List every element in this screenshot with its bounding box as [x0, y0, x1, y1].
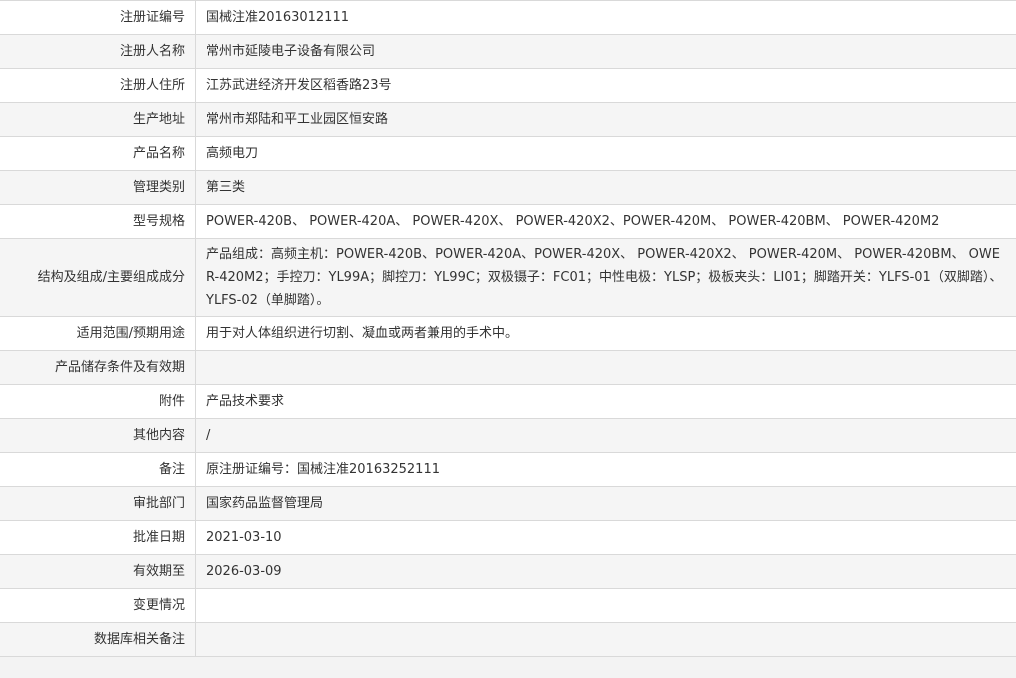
field-label-approval-department: 审批部门 [0, 487, 196, 520]
table-row: 产品储存条件及有效期 [0, 351, 1016, 385]
table-row: 变更情况 [0, 589, 1016, 623]
field-label-management-category: 管理类别 [0, 171, 196, 204]
table-row: 备注 原注册证编号：国械注准20163252111 [0, 453, 1016, 487]
field-value-approval-date: 2021-03-10 [206, 530, 282, 545]
field-label-registrant-name: 注册人名称 [0, 35, 196, 68]
table-row: 批准日期 2021-03-10 [0, 521, 1016, 555]
table-row: 有效期至 2026-03-09 [0, 555, 1016, 589]
field-label-product-name: 产品名称 [0, 137, 196, 170]
field-value-model-spec: POWER-420B、 POWER-420A、 POWER-420X、 POWE… [206, 214, 940, 229]
field-label-structure-composition: 结构及组成/主要组成成分 [0, 239, 196, 316]
table-row: 审批部门 国家药品监督管理局 [0, 487, 1016, 521]
table-row: 数据库相关备注 [0, 623, 1016, 657]
field-value-management-category: 第三类 [206, 180, 246, 195]
field-label-intended-use: 适用范围/预期用途 [0, 317, 196, 350]
field-value-change-status [196, 589, 1016, 622]
field-value-remarks: 原注册证编号：国械注准20163252111 [206, 462, 440, 477]
table-row: 适用范围/预期用途 用于对人体组织进行切割、凝血或两者兼用的手术中。 [0, 317, 1016, 351]
field-label-attachment: 附件 [0, 385, 196, 418]
table-row: 产品名称 高频电刀 [0, 137, 1016, 171]
field-label-registrant-address: 注册人住所 [0, 69, 196, 102]
field-label-valid-until: 有效期至 [0, 555, 196, 588]
field-value-other-content: / [206, 428, 211, 443]
field-value-registrant-name: 常州市延陵电子设备有限公司 [206, 44, 376, 59]
table-row: 注册人名称 常州市延陵电子设备有限公司 [0, 35, 1016, 69]
field-label-remarks: 备注 [0, 453, 196, 486]
field-value-structure-composition: 产品组成：高频主机：POWER-420B、POWER-420A、POWER-42… [206, 247, 1003, 308]
table-row: 注册人住所 江苏武进经济开发区稻香路23号 [0, 69, 1016, 103]
field-label-database-notes: 数据库相关备注 [0, 623, 196, 656]
field-label-model-spec: 型号规格 [0, 205, 196, 238]
field-value-production-address: 常州市郑陆和平工业园区恒安路 [206, 112, 389, 127]
table-row: 注册证编号 国械注准20163012111 [0, 1, 1016, 35]
table-row: 型号规格 POWER-420B、 POWER-420A、 POWER-420X、… [0, 205, 1016, 239]
field-label-registration-number: 注册证编号 [0, 1, 196, 34]
field-label-storage-validity: 产品储存条件及有效期 [0, 351, 196, 384]
table-row: 生产地址 常州市郑陆和平工业园区恒安路 [0, 103, 1016, 137]
field-label-change-status: 变更情况 [0, 589, 196, 622]
table-row: 附件 产品技术要求 [0, 385, 1016, 419]
page-footer-area [0, 657, 1016, 673]
table-row: 其他内容 / [0, 419, 1016, 453]
field-value-intended-use: 用于对人体组织进行切割、凝血或两者兼用的手术中。 [206, 326, 519, 341]
field-label-approval-date: 批准日期 [0, 521, 196, 554]
field-value-registrant-address: 江苏武进经济开发区稻香路23号 [206, 78, 392, 93]
field-value-approval-department: 国家药品监督管理局 [206, 496, 324, 511]
field-value-product-name: 高频电刀 [206, 146, 259, 161]
field-value-storage-validity [196, 351, 1016, 384]
field-value-database-notes [196, 623, 1016, 656]
table-row: 结构及组成/主要组成成分 产品组成：高频主机：POWER-420B、POWER-… [0, 239, 1016, 317]
registration-detail-table: 注册证编号 国械注准20163012111 注册人名称 常州市延陵电子设备有限公… [0, 0, 1016, 657]
field-value-valid-until: 2026-03-09 [206, 564, 282, 579]
field-label-other-content: 其他内容 [0, 419, 196, 452]
field-value-attachment: 产品技术要求 [206, 394, 285, 409]
table-row: 管理类别 第三类 [0, 171, 1016, 205]
field-label-production-address: 生产地址 [0, 103, 196, 136]
field-value-registration-number: 国械注准20163012111 [206, 10, 349, 25]
